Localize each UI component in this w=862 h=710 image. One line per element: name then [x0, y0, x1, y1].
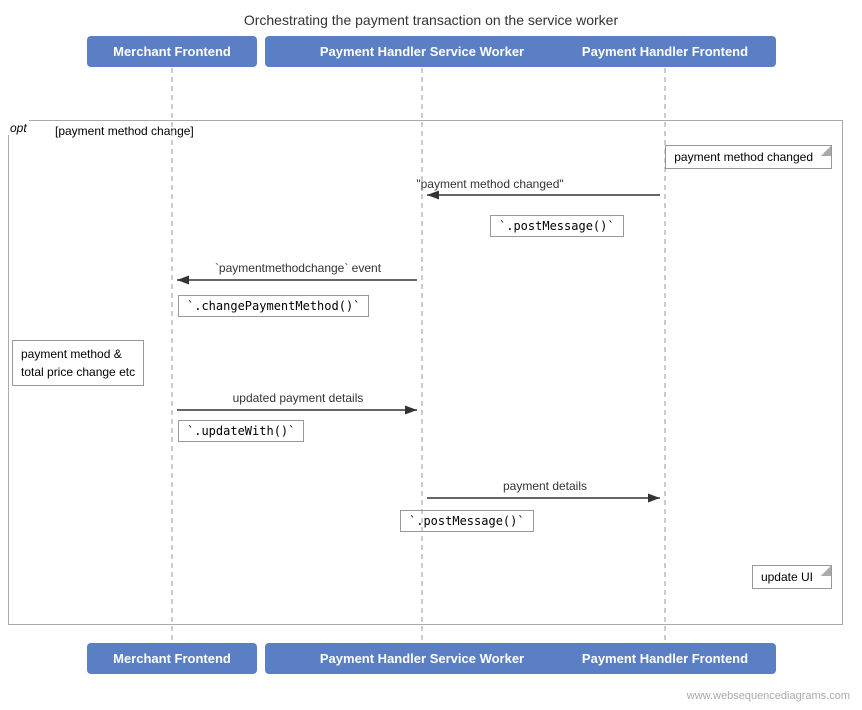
comment-payment-method-total: payment method &total price change etc: [12, 340, 144, 386]
actor-service-worker-top: Payment Handler Service Worker: [265, 36, 579, 67]
actor-handler-frontend-bottom: Payment Handler Frontend: [554, 643, 776, 674]
diagram-container: Orchestrating the payment transaction on…: [0, 0, 862, 710]
method-update-with: `.updateWith()`: [178, 420, 304, 442]
method-post-message-2: `.postMessage()`: [400, 510, 534, 532]
actor-merchant-top: Merchant Frontend: [87, 36, 257, 67]
opt-guard: [payment method change]: [55, 124, 194, 138]
actor-service-worker-bottom: Payment Handler Service Worker: [265, 643, 579, 674]
note-payment-method-changed: payment method changed: [665, 145, 832, 169]
diagram-title: Orchestrating the payment transaction on…: [0, 0, 862, 36]
note-update-ui: update UI: [752, 565, 832, 589]
actor-handler-frontend-top: Payment Handler Frontend: [554, 36, 776, 67]
opt-label: opt: [8, 120, 29, 135]
method-change-payment: `.changePaymentMethod()`: [178, 295, 369, 317]
watermark: www.websequencediagrams.com: [687, 690, 850, 702]
method-post-message-1: `.postMessage()`: [490, 215, 624, 237]
actor-merchant-bottom: Merchant Frontend: [87, 643, 257, 674]
